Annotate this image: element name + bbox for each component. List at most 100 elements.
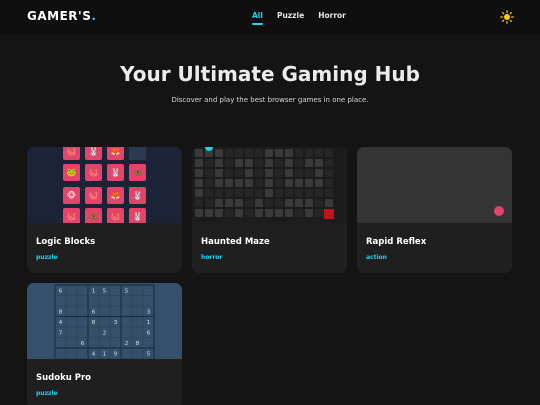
sudoku-cell-value: 8 xyxy=(92,320,96,326)
puzzle-tile: 🐙 xyxy=(63,208,80,223)
sudoku-cell-value: 7 xyxy=(59,331,63,337)
maze-cell xyxy=(315,169,323,177)
maze-cell xyxy=(285,159,293,167)
puzzle-tile: 🐵 xyxy=(63,187,80,204)
puzzle-tile: 🦊 xyxy=(107,187,124,204)
maze-graphic xyxy=(195,147,334,219)
maze-cell xyxy=(225,169,233,177)
maze-cell xyxy=(325,199,333,207)
maze-cell xyxy=(215,169,223,177)
maze-cell xyxy=(315,199,323,207)
logic-blocks-thumbnail: 🐙 🐰 🦊 🐸 🐙 🐰 🦋 🐵 🐙 🦊 🐰 🐙 🦋 🐙 🐰 xyxy=(27,147,182,223)
maze-cell xyxy=(275,169,283,177)
sudoku-cell-value: 6 xyxy=(59,289,63,295)
category-nav: All Puzzle Horror xyxy=(252,11,346,25)
reflex-graphic xyxy=(494,206,504,216)
puzzle-tile: 🐙 xyxy=(63,147,80,160)
maze-cell xyxy=(275,179,283,187)
maze-cell xyxy=(235,159,243,167)
maze-cell xyxy=(195,189,203,197)
maze-cell xyxy=(325,179,333,187)
maze-cell xyxy=(215,189,223,197)
maze-cell xyxy=(225,149,233,157)
maze-cell xyxy=(305,189,313,197)
puzzle-tile: 🐰 xyxy=(85,147,102,160)
game-card-logic-blocks[interactable]: 🐙 🐰 🦊 🐸 🐙 🐰 🦋 🐵 🐙 🦊 🐰 🐙 🦋 🐙 🐰 Logic Blocks puzzle xyxy=(27,147,182,273)
maze-cell xyxy=(275,149,283,157)
maze-cell xyxy=(255,149,263,157)
maze-cell xyxy=(205,169,213,177)
game-title: Rapid Reflex xyxy=(366,237,427,247)
maze-cell xyxy=(305,159,313,167)
game-tag: puzzle xyxy=(36,390,58,397)
sudoku-cell-value: 6 xyxy=(92,310,96,316)
maze-cell xyxy=(275,199,283,207)
maze-cell xyxy=(195,149,203,157)
puzzle-tile: 🐙 xyxy=(107,208,124,223)
sudoku-cell-value: 4 xyxy=(92,352,96,358)
maze-cell xyxy=(195,209,203,217)
maze-cell xyxy=(295,159,303,167)
sudoku-cell-value: 6 xyxy=(81,341,85,347)
maze-cell xyxy=(255,189,263,197)
nav-item-puzzle[interactable]: Puzzle xyxy=(277,11,304,23)
site-logo[interactable]: GAMER'S. xyxy=(27,9,96,23)
hero-title: Your Ultimate Gaming Hub xyxy=(120,62,420,86)
rapid-reflex-thumbnail xyxy=(357,147,512,223)
maze-cell xyxy=(235,169,243,177)
puzzle-tile: 🐰 xyxy=(107,164,124,181)
haunted-maze-thumbnail xyxy=(192,147,347,223)
maze-cell xyxy=(255,199,263,207)
game-title: Haunted Maze xyxy=(201,237,270,247)
maze-cell xyxy=(255,179,263,187)
sudoku-cell-value: 5 xyxy=(103,289,107,295)
sudoku-cell-value: 1 xyxy=(92,289,96,295)
game-card-rapid-reflex[interactable]: Rapid Reflex action xyxy=(357,147,512,273)
maze-cell xyxy=(225,159,233,167)
game-title: Sudoku Pro xyxy=(36,373,92,383)
maze-cell xyxy=(275,189,283,197)
game-title: Logic Blocks xyxy=(36,237,96,247)
maze-cell xyxy=(225,189,233,197)
puzzle-tile: 🐙 xyxy=(85,164,102,181)
maze-cell xyxy=(215,199,223,207)
maze-cell xyxy=(215,179,223,187)
theme-toggle-button[interactable] xyxy=(500,9,514,24)
sudoku-cell-value: 2 xyxy=(125,341,129,347)
game-tag: action xyxy=(366,254,387,261)
puzzle-tile: 🐙 xyxy=(85,187,102,204)
maze-cell xyxy=(315,179,323,187)
maze-cell xyxy=(225,199,233,207)
maze-cell xyxy=(285,169,293,177)
maze-cell xyxy=(245,169,253,177)
game-card-haunted-maze[interactable]: Haunted Maze horror xyxy=(192,147,347,273)
sudoku-cell-value: 8 xyxy=(136,341,140,347)
maze-cell xyxy=(195,169,203,177)
nav-item-horror[interactable]: Horror xyxy=(318,11,346,23)
game-tag: puzzle xyxy=(36,254,58,261)
logo-text: GAMER'S xyxy=(27,9,92,23)
maze-cell xyxy=(195,179,203,187)
sudoku-cell-value: 5 xyxy=(147,352,151,358)
sudoku-cell-value: 3 xyxy=(114,320,118,326)
hero-subtitle: Discover and play the best browser games… xyxy=(171,96,369,104)
maze-exit xyxy=(324,209,334,219)
sudoku-cell-value: 5 xyxy=(125,289,129,295)
maze-cell xyxy=(295,199,303,207)
maze-cell xyxy=(315,159,323,167)
maze-cell xyxy=(265,189,273,197)
maze-cell xyxy=(305,169,313,177)
maze-cell xyxy=(265,159,273,167)
maze-cell xyxy=(295,189,303,197)
maze-cell xyxy=(285,179,293,187)
game-card-sudoku-pro[interactable]: 6 1 5 5 8 6 3 4 8 3 1 7 2 6 6 2 8 4 1 9 5 Sudoku Pro puzzle xyxy=(27,283,182,405)
maze-cell xyxy=(295,179,303,187)
maze-cell xyxy=(215,149,223,157)
nav-item-all[interactable]: All xyxy=(252,11,263,25)
maze-cell xyxy=(305,199,313,207)
sudoku-cell-value: 2 xyxy=(103,331,107,337)
game-tag: horror xyxy=(201,254,223,261)
maze-cell xyxy=(265,199,273,207)
maze-cell xyxy=(205,159,213,167)
maze-cell xyxy=(225,209,233,217)
